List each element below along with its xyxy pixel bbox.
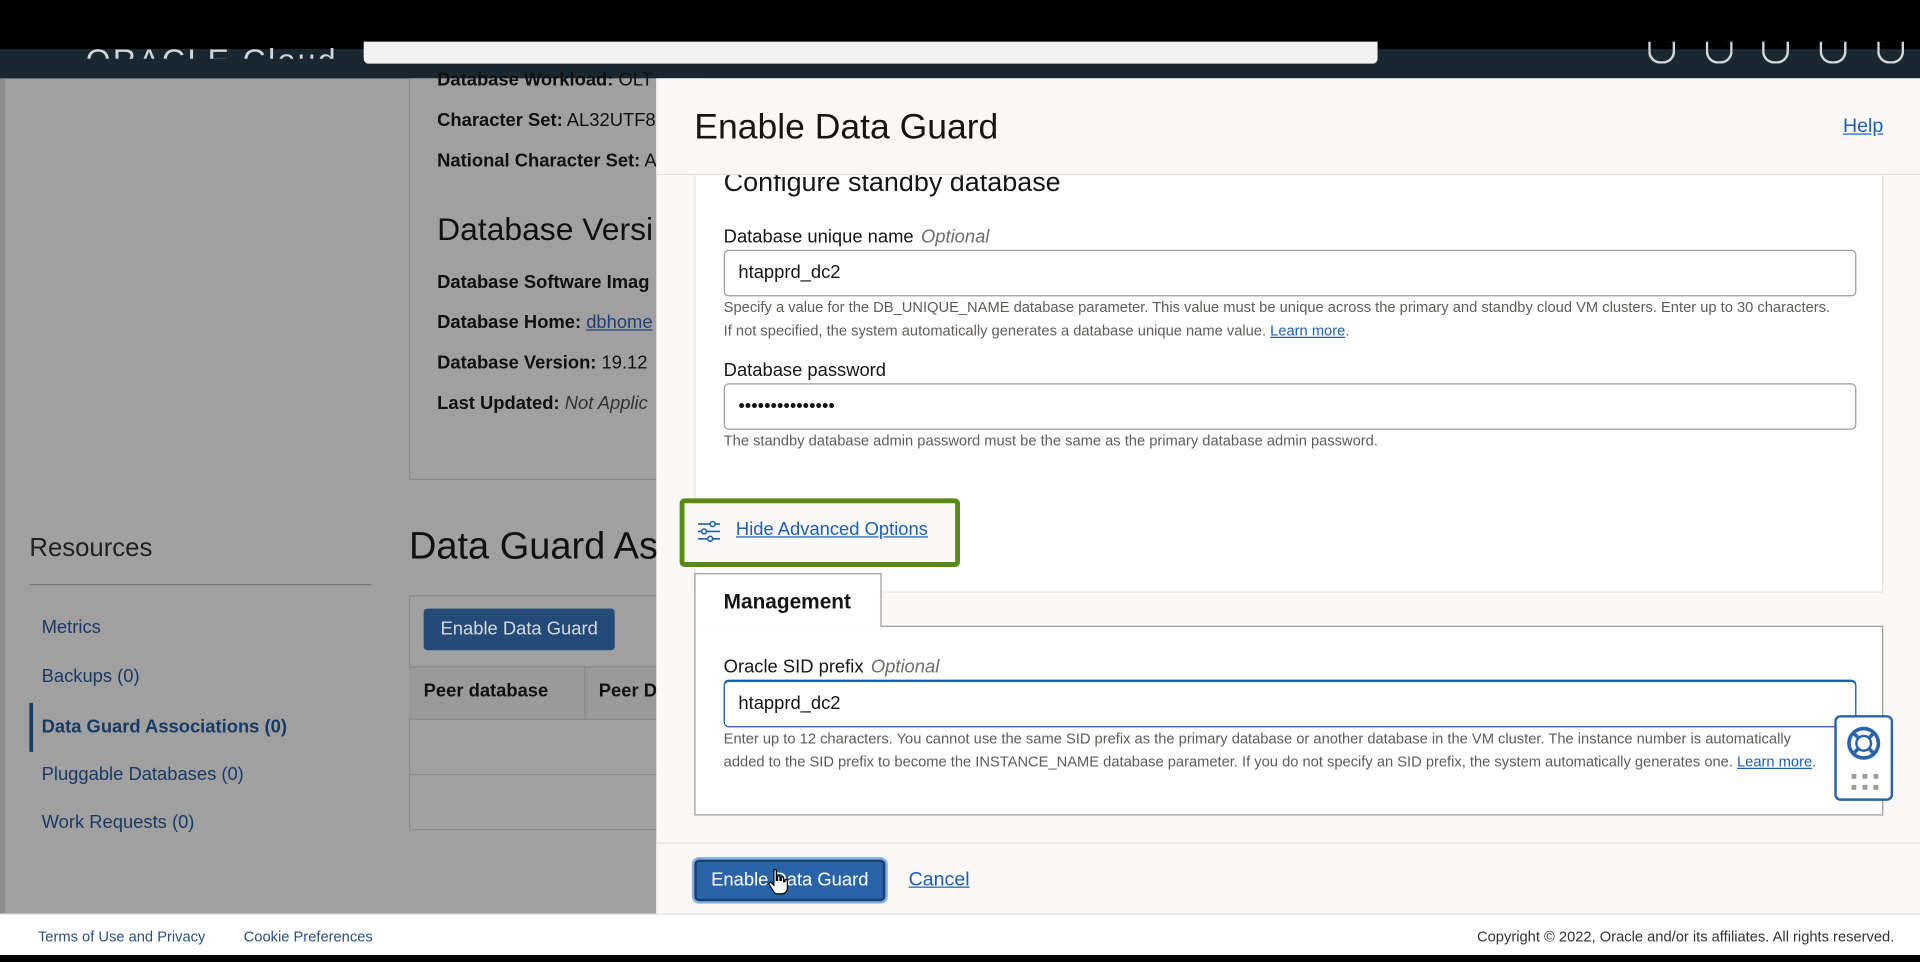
sid-prefix-label: Oracle SID prefix Optional [723, 656, 940, 678]
section-title: Configure standby database [723, 175, 1061, 198]
advanced-options-toggle[interactable]: Hide Advanced Options [679, 498, 961, 567]
search-input[interactable] [363, 41, 1378, 64]
unique-name-label: Database unique name Optional [723, 226, 990, 248]
ncharset-row: National Character Set: A [437, 150, 657, 172]
terms-link[interactable]: Terms of Use and Privacy [38, 928, 205, 945]
enable-data-guard-page-button[interactable]: Enable Data Guard [423, 608, 615, 651]
resources-heading: Resources [29, 533, 153, 563]
oracle-sid-prefix-input[interactable]: htapprd_dc2 [723, 680, 1857, 728]
panel-title: Enable Data Guard [694, 107, 999, 147]
management-tab-panel: Oracle SID prefix Optional htapprd_dc2 En… [694, 625, 1884, 816]
optional-tag: Optional [870, 656, 940, 678]
console-header: ORACLE Cloud [0, 41, 1920, 79]
screen: ORACLE Cloud Database Workload: OLT Char… [0, 0, 1920, 962]
charset-row: Character Set: AL32UTF8 [437, 110, 656, 132]
sliders-icon [697, 520, 721, 543]
database-version-row: Database Version: 19.12 [437, 352, 648, 374]
bottom-strip [0, 955, 1920, 962]
unique-name-learn-more-link[interactable]: Learn more [1270, 322, 1345, 339]
column-peer-database[interactable]: Peer database [424, 681, 549, 702]
hand-cursor-icon [768, 868, 788, 895]
help-link[interactable]: Help [1843, 116, 1883, 138]
hide-advanced-options-link[interactable]: Hide Advanced Options [736, 519, 928, 540]
notifications-icon[interactable] [1705, 41, 1733, 64]
profile-icon[interactable] [1877, 41, 1905, 64]
cancel-link[interactable]: Cancel [909, 869, 970, 891]
sid-prefix-hint: Enter up to 12 characters. You cannot us… [723, 729, 1817, 771]
cloud-shell-icon[interactable] [1648, 41, 1676, 64]
resources-divider [29, 584, 372, 586]
optional-tag: Optional [920, 226, 990, 248]
page-footer: Terms of Use and Privacy Cookie Preferen… [0, 913, 1920, 956]
active-item-indicator [29, 702, 34, 752]
panel-body[interactable]: Configure standby database Database uniq… [656, 175, 1920, 842]
help-center-widget[interactable] [1834, 715, 1894, 801]
last-updated-row: Last Updated: Not Applic [437, 393, 648, 414]
data-guard-associations-heading: Data Guard As [408, 524, 658, 567]
software-image-row: Database Software Imag [437, 271, 650, 293]
password-hint: The standby database admin password must… [723, 432, 1378, 450]
help-icon[interactable] [1762, 41, 1789, 64]
page-left-edge [0, 78, 5, 914]
language-icon[interactable] [1819, 41, 1847, 64]
panel-header: Enable Data Guard Help [656, 78, 1920, 176]
resource-item-work-requests[interactable]: Work Requests (0) [42, 812, 195, 833]
cookie-preferences-link[interactable]: Cookie Preferences [244, 928, 373, 945]
resource-item-metrics[interactable]: Metrics [42, 617, 101, 638]
enable-data-guard-panel: Enable Data Guard Help Configure standby… [656, 78, 1920, 914]
resource-item-backups[interactable]: Backups (0) [42, 666, 140, 687]
unique-name-hint: Specify a value for the DB_UNIQUE_NAME d… [723, 298, 1831, 340]
enable-data-guard-submit-button[interactable]: Enable Data Guard [694, 859, 886, 902]
column-peer-d[interactable]: Peer D [599, 681, 657, 702]
database-unique-name-input[interactable]: htapprd_dc2 [723, 249, 1857, 297]
resource-item-pluggable-databases[interactable]: Pluggable Databases (0) [42, 764, 244, 785]
lifebuoy-icon [1847, 726, 1881, 760]
database-password-label: Database password [723, 360, 887, 381]
database-version-heading: Database Versi [437, 210, 654, 248]
resource-item-data-guard-associations[interactable]: Data Guard Associations (0) [42, 716, 287, 737]
drag-handle-icon[interactable] [1851, 773, 1879, 791]
sid-learn-more-link[interactable]: Learn more [1737, 753, 1812, 770]
database-password-input[interactable]: ••••••••••••••• [723, 383, 1857, 430]
database-home-row: Database Home: dbhome [437, 312, 653, 334]
copyright-text: Copyright © 2022, Oracle and/or its affi… [1477, 928, 1895, 946]
panel-footer: Enable Data Guard Cancel [656, 842, 1920, 914]
database-home-link[interactable]: dbhome [586, 312, 652, 333]
brand-logo: ORACLE Cloud [86, 34, 338, 59]
workload-row: Database Workload: OLT [437, 69, 653, 91]
tab-management[interactable]: Management [694, 573, 882, 627]
column-divider [584, 667, 586, 721]
